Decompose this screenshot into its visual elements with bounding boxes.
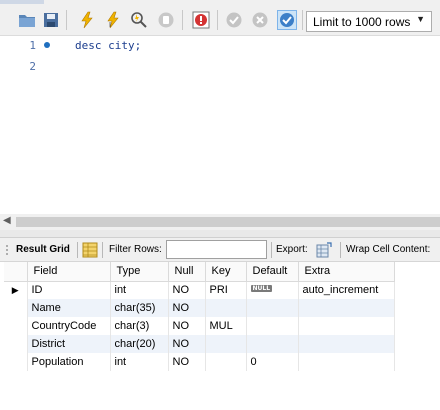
limit-rows-value: Limit to 1000 rows — [313, 15, 411, 29]
table-row[interactable]: CountryCode char(3) NO MUL — [4, 317, 395, 335]
cell-extra[interactable] — [298, 353, 395, 371]
statement-marker-icon — [44, 42, 50, 48]
cell-type[interactable]: char(35) — [110, 299, 169, 317]
current-row-indicator-icon: ▶ — [4, 281, 28, 299]
result-grid-tab[interactable]: Result Grid — [16, 244, 70, 255]
cell-extra[interactable] — [298, 335, 395, 353]
grid-layout-icon[interactable] — [82, 242, 98, 258]
cell-default[interactable]: NULL — [246, 281, 299, 299]
explain-icon[interactable] — [129, 10, 149, 30]
toolbar-separator — [302, 10, 303, 30]
cell-null[interactable]: NO — [168, 299, 206, 317]
filter-rows-label: Filter Rows: — [109, 244, 162, 255]
cell-default[interactable] — [246, 317, 299, 335]
scrollbar-thumb[interactable] — [16, 217, 440, 227]
chevron-down-icon: ▼ — [416, 14, 425, 24]
sql-editor[interactable]: 1 desc city; 2 — [0, 36, 440, 214]
cell-null[interactable]: NO — [168, 281, 206, 299]
toolbar-separator — [340, 242, 341, 258]
result-toolbar: Result Grid Filter Rows: Export: Wrap Ce… — [0, 238, 440, 262]
toolbar-separator — [77, 242, 78, 258]
execute-icon[interactable] — [77, 10, 97, 30]
null-badge: NULL — [250, 285, 273, 293]
row-header — [4, 299, 28, 317]
line-number: 1 — [29, 39, 36, 52]
column-header-default[interactable]: Default — [246, 262, 299, 282]
cell-extra[interactable]: auto_increment — [298, 281, 395, 299]
cell-default[interactable] — [246, 299, 299, 317]
scroll-left-icon[interactable]: ◀ — [3, 215, 11, 226]
column-header-type[interactable]: Type — [110, 262, 169, 282]
pane-splitter[interactable] — [0, 230, 440, 238]
row-header-corner — [4, 262, 28, 282]
execute-current-icon[interactable]: I — [103, 10, 123, 30]
cell-field[interactable]: Name — [27, 299, 111, 317]
commit-icon[interactable] — [224, 10, 244, 30]
cell-key[interactable]: MUL — [205, 317, 247, 335]
wrap-cell-content-label: Wrap Cell Content: — [346, 244, 431, 255]
export-icon[interactable] — [316, 242, 332, 258]
table-row[interactable]: Population int NO 0 — [4, 353, 395, 371]
cell-null[interactable]: NO — [168, 335, 206, 353]
query-toolbar: I Limit to 1000 rows ▼ — [0, 4, 440, 36]
cell-default[interactable] — [246, 335, 299, 353]
editor-horizontal-scrollbar[interactable]: ◀ — [0, 214, 440, 230]
cell-extra[interactable] — [298, 299, 395, 317]
column-header-field[interactable]: Field — [27, 262, 111, 282]
cell-type[interactable]: int — [110, 353, 169, 371]
grip-icon — [6, 245, 8, 255]
cell-key[interactable] — [205, 299, 247, 317]
cell-default[interactable]: 0 — [246, 353, 299, 371]
column-header-null[interactable]: Null — [168, 262, 206, 282]
svg-text:I: I — [109, 21, 111, 29]
row-header — [4, 353, 28, 371]
cell-null[interactable]: NO — [168, 353, 206, 371]
open-folder-icon[interactable] — [17, 10, 37, 30]
cell-field[interactable]: Population — [27, 353, 111, 371]
cell-extra[interactable] — [298, 317, 395, 335]
grid-header-row: Field Type Null Key Default Extra — [4, 262, 395, 282]
cell-type[interactable]: int — [110, 281, 169, 299]
cell-key[interactable] — [205, 353, 247, 371]
cell-null[interactable]: NO — [168, 317, 206, 335]
row-header — [4, 335, 28, 353]
table-row[interactable]: ▶ ID int NO PRI NULL auto_increment — [4, 281, 395, 299]
cell-type[interactable]: char(20) — [110, 335, 169, 353]
table-row[interactable]: Name char(35) NO — [4, 299, 395, 317]
autocommit-icon[interactable] — [277, 10, 297, 30]
cell-field[interactable]: ID — [27, 281, 111, 299]
toolbar-separator — [217, 10, 218, 30]
line-number: 2 — [29, 60, 36, 73]
result-grid: Field Type Null Key Default Extra ▶ ID i… — [4, 262, 395, 371]
export-label: Export: — [276, 244, 308, 255]
column-header-key[interactable]: Key — [205, 262, 247, 282]
cell-type[interactable]: char(3) — [110, 317, 169, 335]
code-line[interactable]: desc city; — [75, 39, 141, 52]
cell-key[interactable]: PRI — [205, 281, 247, 299]
toolbar-separator — [271, 242, 272, 258]
row-header — [4, 317, 28, 335]
toolbar-separator — [66, 10, 67, 30]
filter-rows-input[interactable] — [166, 240, 267, 259]
limit-rows-select[interactable]: Limit to 1000 rows ▼ — [306, 11, 432, 32]
rollback-icon[interactable] — [250, 10, 270, 30]
toolbar-separator — [102, 242, 103, 258]
cell-field[interactable]: District — [27, 335, 111, 353]
table-row[interactable]: District char(20) NO — [4, 335, 395, 353]
toolbar-separator — [182, 10, 183, 30]
cell-key[interactable] — [205, 335, 247, 353]
cell-field[interactable]: CountryCode — [27, 317, 111, 335]
toggle-continue-on-error-icon[interactable] — [191, 10, 211, 30]
column-header-extra[interactable]: Extra — [298, 262, 395, 282]
save-icon[interactable] — [41, 10, 61, 30]
stop-icon[interactable] — [156, 10, 176, 30]
